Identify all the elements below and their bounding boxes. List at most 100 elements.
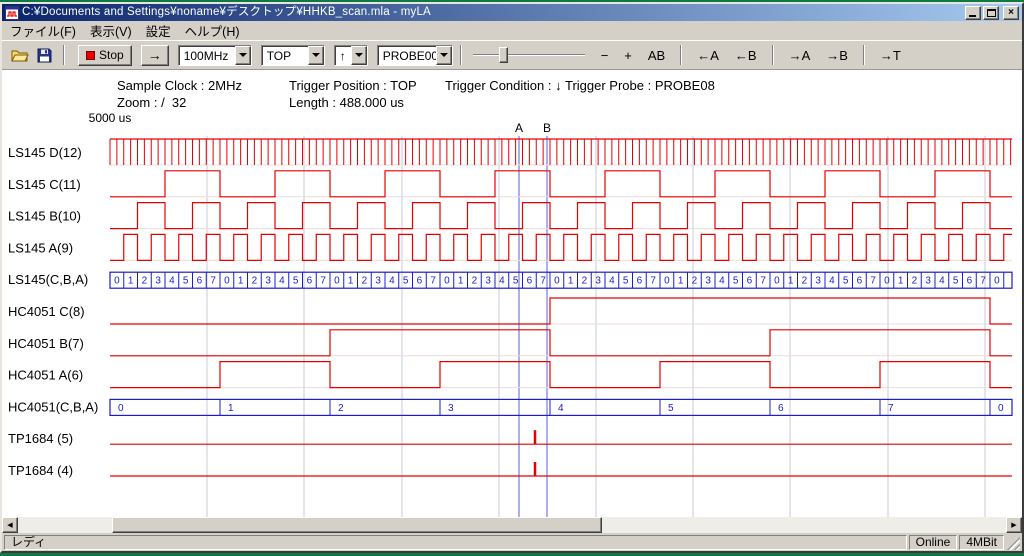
bus-value: 3 (925, 276, 931, 287)
ab-button[interactable]: AB (643, 46, 670, 65)
bus-value: 7 (210, 276, 216, 287)
marker-label-A: A (515, 121, 523, 135)
horizontal-scrollbar[interactable]: ◀ ▶ (2, 517, 1022, 533)
bus-value: 1 (898, 276, 904, 287)
position-slider[interactable] (473, 45, 585, 65)
trigger-position-value: TOP (262, 46, 308, 65)
toolbar-separator (772, 45, 774, 65)
bus-value: 7 (650, 276, 656, 287)
bus-value: 5 (953, 276, 959, 287)
bus-value: 0 (664, 276, 670, 287)
channel-label: TP1684 (5) (8, 431, 73, 446)
channel-label: LS145(C,B,A) (8, 272, 88, 287)
bus-value: 6 (197, 276, 203, 287)
channel-label: HC4051 B(7) (8, 336, 84, 351)
bus-value: 1 (238, 276, 244, 287)
bus-value: 1 (228, 403, 234, 414)
bus-value: 1 (568, 276, 574, 287)
bus-value: 3 (485, 276, 491, 287)
menu-file[interactable]: ファイル(F) (3, 19, 83, 42)
goto-a-right-button[interactable]: →A (784, 46, 816, 65)
zoom-in-button[interactable]: + (619, 46, 637, 65)
menu-help[interactable]: ヘルプ(H) (178, 19, 247, 42)
channel-label: LS145 A(9) (8, 240, 73, 255)
probe-select[interactable]: PROBE00 (377, 45, 453, 66)
close-button[interactable]: × (1003, 6, 1019, 20)
waveform-square (110, 203, 1012, 229)
slider-track (473, 54, 585, 56)
bus-value: 5 (403, 276, 409, 287)
chevron-down-icon[interactable] (235, 46, 251, 65)
probe-value: PROBE00 (378, 46, 436, 65)
bus-value: 3 (595, 276, 601, 287)
bus-value: 7 (320, 276, 326, 287)
bus-value: 0 (444, 276, 450, 287)
channel-label: LS145 C(11) (8, 177, 81, 192)
stop-button[interactable]: Stop (78, 45, 132, 66)
bus-value: 1 (788, 276, 794, 287)
bus-value: 6 (527, 276, 533, 287)
scroll-right-button[interactable]: ▶ (1006, 517, 1022, 533)
bus-value: 0 (114, 276, 120, 287)
goto-trigger-button[interactable]: →T (875, 46, 906, 65)
bus-value: 5 (513, 276, 519, 287)
open-file-button[interactable] (8, 44, 32, 66)
slider-thumb[interactable] (499, 47, 508, 63)
bus-value: 2 (252, 276, 258, 287)
menu-settings[interactable]: 設定 (139, 19, 178, 42)
bus-value: 1 (678, 276, 684, 287)
bus-value: 6 (967, 276, 973, 287)
status-bar: レディ Online 4MBit (2, 533, 1022, 551)
minimize-button[interactable] (965, 6, 981, 20)
bus-value: 7 (430, 276, 436, 287)
bus-value: 2 (912, 276, 918, 287)
zoom-out-button[interactable]: − (596, 46, 614, 65)
trigger-position-select[interactable]: TOP (261, 45, 325, 66)
save-file-button[interactable] (32, 44, 56, 66)
menu-view[interactable]: 表示(V) (83, 19, 139, 42)
bus-value: 2 (362, 276, 368, 287)
waveform-square (110, 234, 1012, 260)
waveform-square (110, 171, 1012, 197)
goto-a-left-button[interactable]: ←A (692, 46, 724, 65)
bus-value: 4 (279, 276, 285, 287)
trigger-edge-select[interactable]: ↑ (334, 45, 368, 66)
bus-value: 3 (155, 276, 161, 287)
waveform-square (110, 362, 1012, 388)
bus-value: 0 (554, 276, 560, 287)
chevron-down-icon[interactable] (436, 46, 452, 65)
sample-rate-select[interactable]: 100MHz (178, 45, 252, 66)
scrollbar-thumb[interactable] (112, 517, 602, 533)
maximize-icon (987, 9, 996, 17)
channel-label: HC4051 A(6) (8, 368, 83, 383)
resize-grip[interactable] (1006, 535, 1020, 550)
goto-b-left-button[interactable]: ←B (730, 46, 762, 65)
bus-value: 5 (843, 276, 849, 287)
bus-value: 5 (668, 403, 674, 414)
desktop: { "colors": { "desktop": "#0c7a42", "tit… (0, 0, 1024, 556)
bus-value: 6 (857, 276, 863, 287)
toolbar-separator (863, 45, 865, 65)
channel-label: HC4051(C,B,A) (8, 399, 98, 414)
bus-value: 0 (774, 276, 780, 287)
toolbar-separator (680, 45, 682, 65)
zoom-button-group: −+ AB ←A ←B →A →B →T (593, 45, 909, 65)
run-arrow-icon: → (148, 47, 162, 63)
waveform-square (110, 298, 1012, 324)
run-button[interactable]: → (141, 45, 169, 66)
bus-value: 0 (994, 276, 1000, 287)
window-controls: × (965, 6, 1019, 20)
marker-label-B: B (543, 121, 551, 135)
chevron-down-icon[interactable] (351, 46, 367, 65)
maximize-button[interactable] (983, 6, 999, 20)
close-icon: × (1008, 7, 1014, 18)
bus-value: 7 (980, 276, 986, 287)
bus-value: 6 (307, 276, 313, 287)
scroll-left-icon: ◀ (7, 521, 12, 529)
chevron-down-icon[interactable] (308, 46, 324, 65)
channel-label: TP1684 (4) (8, 463, 73, 478)
bus-value: 6 (637, 276, 643, 287)
scroll-left-button[interactable]: ◀ (2, 517, 18, 533)
bus-value: 3 (265, 276, 271, 287)
goto-b-right-button[interactable]: →B (821, 46, 853, 65)
